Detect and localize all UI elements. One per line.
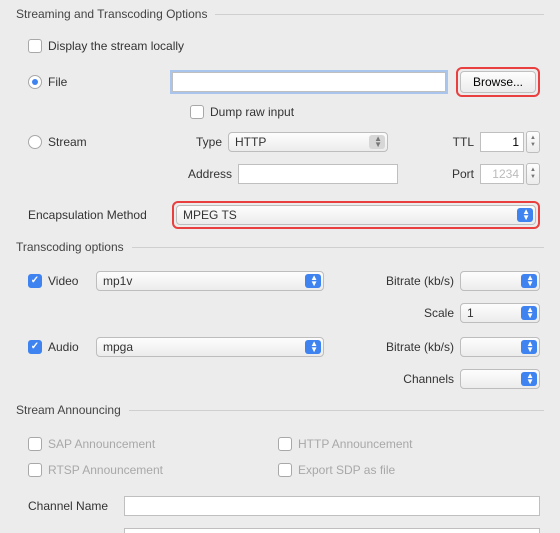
updown-icon: ▲▼ [522, 209, 530, 221]
sdp-export-checkbox[interactable] [278, 463, 292, 477]
updown-icon: ▲▼ [526, 275, 534, 287]
type-combo[interactable]: HTTP ▲▼ [228, 132, 388, 152]
group-announcing-legend: Stream Announcing [16, 403, 129, 417]
encap-highlight: MPEG TS ▲▼ [172, 201, 540, 229]
channel-name-label: Channel Name [28, 499, 124, 513]
http-announce-checkbox[interactable] [278, 437, 292, 451]
updown-icon: ▲▼ [526, 341, 534, 353]
audio-label: Audio [48, 340, 96, 354]
video-label: Video [48, 274, 96, 288]
ttl-label: TTL [434, 135, 480, 149]
file-label: File [48, 75, 172, 89]
video-bitrate-label: Bitrate (kb/s) [374, 274, 460, 288]
group-streaming-legend: Streaming and Transcoding Options [16, 7, 215, 21]
sdp-url-input[interactable] [124, 528, 540, 533]
ttl-input[interactable] [480, 132, 524, 152]
scale-label: Scale [374, 306, 460, 320]
sap-label: SAP Announcement [48, 437, 155, 451]
type-label: Type [172, 135, 228, 149]
port-stepper[interactable]: ▲▼ [526, 163, 540, 185]
address-input[interactable] [238, 164, 398, 184]
video-bitrate-combo[interactable]: ▲▼ [460, 271, 540, 291]
rtsp-checkbox[interactable] [28, 463, 42, 477]
updown-icon: ▲▼ [526, 307, 534, 319]
audio-bitrate-combo[interactable]: ▲▼ [460, 337, 540, 357]
channels-combo[interactable]: ▲▼ [460, 369, 540, 389]
channels-label: Channels [374, 372, 460, 386]
browse-button[interactable]: Browse... [460, 71, 536, 93]
port-label: Port [434, 167, 480, 181]
browse-highlight: Browse... [456, 67, 540, 97]
dump-raw-checkbox[interactable] [190, 105, 204, 119]
scale-combo[interactable]: 1 ▲▼ [460, 303, 540, 323]
http-announce-label: HTTP Announcement [298, 437, 413, 451]
encap-combo[interactable]: MPEG TS ▲▼ [176, 205, 536, 225]
stream-label: Stream [48, 135, 172, 149]
updown-icon: ▲▼ [310, 275, 318, 287]
video-checkbox[interactable] [28, 274, 42, 288]
file-radio[interactable] [28, 75, 42, 89]
audio-checkbox[interactable] [28, 340, 42, 354]
encap-label: Encapsulation Method [28, 208, 172, 222]
group-transcoding-legend: Transcoding options [16, 240, 132, 254]
video-codec-combo[interactable]: mp1v ▲▼ [96, 271, 324, 291]
address-label: Address [170, 167, 238, 181]
file-path-input[interactable] [172, 72, 446, 92]
port-input[interactable] [480, 164, 524, 184]
ttl-stepper[interactable]: ▲▼ [526, 131, 540, 153]
audio-bitrate-label: Bitrate (kb/s) [374, 340, 460, 354]
rtsp-label: RTSP Announcement [48, 463, 163, 477]
audio-codec-combo[interactable]: mpga ▲▼ [96, 337, 324, 357]
display-locally-checkbox[interactable] [28, 39, 42, 53]
channel-name-input[interactable] [124, 496, 540, 516]
display-locally-label: Display the stream locally [48, 39, 184, 53]
dump-raw-label: Dump raw input [210, 105, 294, 119]
updown-icon: ▲▼ [374, 136, 382, 148]
stream-radio[interactable] [28, 135, 42, 149]
updown-icon: ▲▼ [526, 373, 534, 385]
updown-icon: ▲▼ [310, 341, 318, 353]
sdp-export-label: Export SDP as file [298, 463, 395, 477]
sap-checkbox[interactable] [28, 437, 42, 451]
